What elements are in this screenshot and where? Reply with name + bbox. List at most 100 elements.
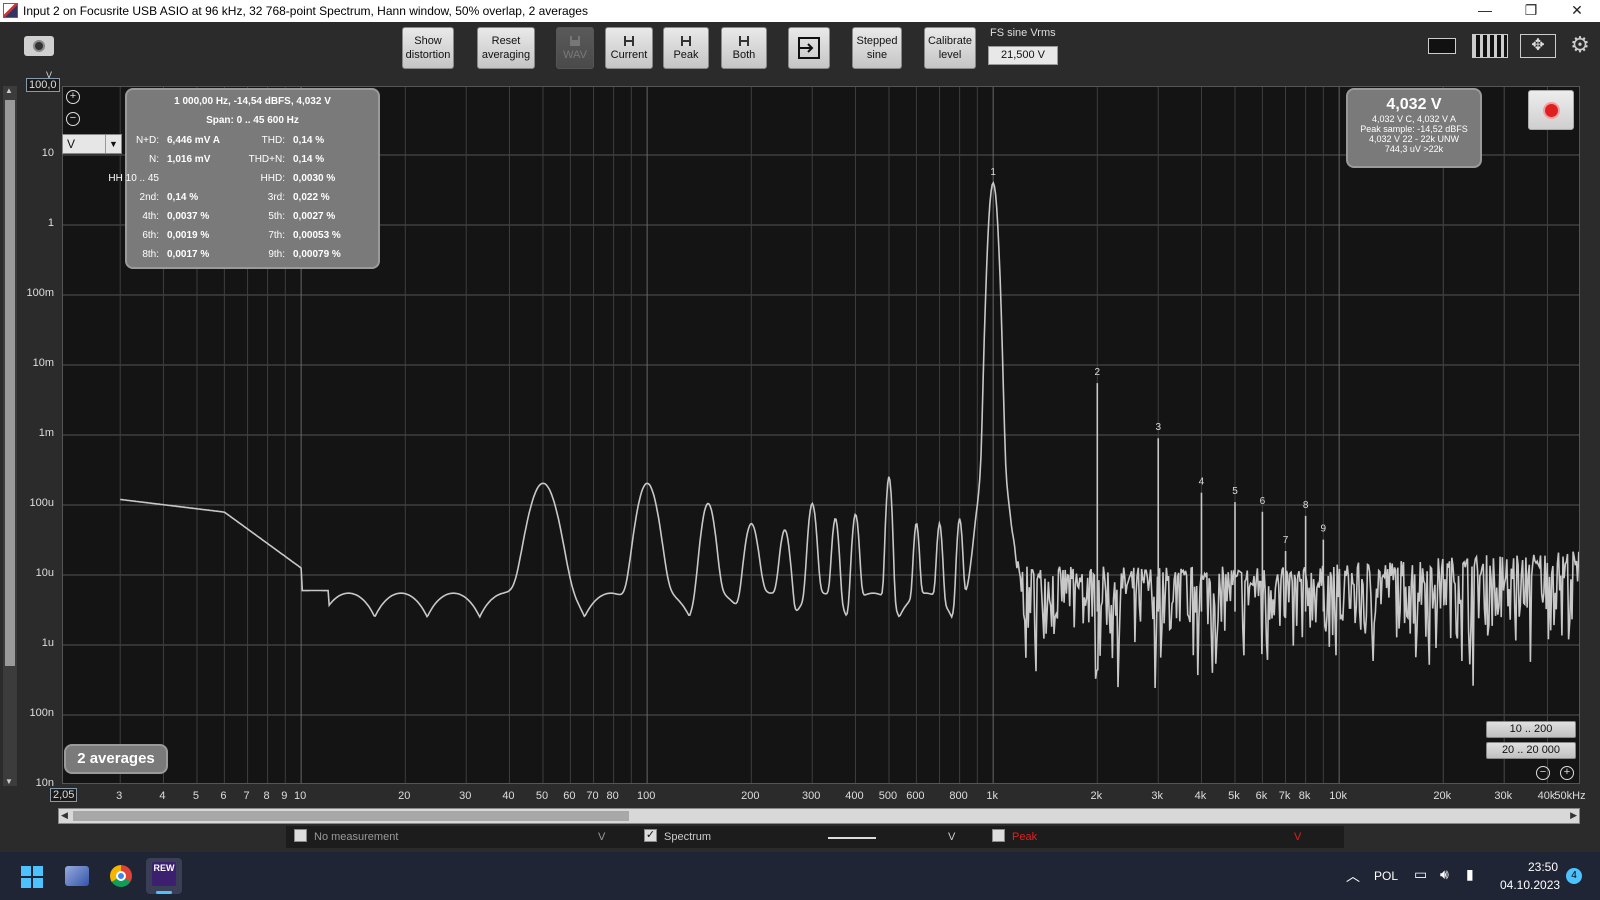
save-current-button[interactable]: Current xyxy=(605,27,653,69)
info-cell: N: xyxy=(149,154,159,165)
x-tick-label: 400 xyxy=(845,790,864,802)
top-unit-label: V xyxy=(46,70,53,80)
chrome-icon[interactable] xyxy=(110,865,132,887)
expand-icon[interactable]: ✥ xyxy=(1520,34,1556,58)
averages-badge: 2 averages xyxy=(64,744,168,774)
no-measurement-unit: V xyxy=(598,831,606,843)
horizontal-scrollbar[interactable]: ◀ ▶ xyxy=(58,808,1580,824)
battery-icon[interactable]: ▮ xyxy=(1466,866,1474,883)
language-indicator[interactable]: POL xyxy=(1374,869,1398,883)
reset-averaging-button[interactable]: Reset averaging xyxy=(477,27,535,69)
rew-icon[interactable]: REW xyxy=(146,858,182,894)
legend-bar: No measurement V ✓ Spectrum V Peak V xyxy=(286,826,1344,848)
maximize-button[interactable]: ❐ xyxy=(1508,0,1554,22)
range-10-200-button[interactable]: 10 .. 200 xyxy=(1486,721,1576,738)
chevron-down-icon: ▼ xyxy=(105,135,121,153)
save-icon xyxy=(681,35,691,46)
x-tick-label: 7k xyxy=(1278,790,1291,802)
record-icon xyxy=(1545,104,1558,117)
top-value-label[interactable]: 100,0 xyxy=(26,78,60,92)
horizontal-scroll-thumb[interactable] xyxy=(73,811,629,821)
x-tick-label: 9 xyxy=(281,790,288,802)
info-cell: 0,14 % xyxy=(293,154,325,165)
info-cell: 6,446 mV A xyxy=(167,135,220,146)
info-cell: 8th: xyxy=(142,249,159,260)
export-button[interactable] xyxy=(788,27,830,69)
scroll-up-icon[interactable]: ▲ xyxy=(5,86,13,95)
camera-icon[interactable] xyxy=(24,36,54,56)
x-tick-label: 80 xyxy=(606,790,619,802)
x-tick-label: 6k xyxy=(1255,790,1268,802)
x-tick-label: 5k xyxy=(1228,790,1240,802)
x-tick-label: 6 xyxy=(220,790,227,802)
taskbar: REW ︿ POL ▭ 🔊︎ ▮ 23:50 04.10.2023 4 xyxy=(0,852,1600,900)
x-zoom-out-icon[interactable]: − xyxy=(1536,766,1550,780)
x-tick-label: 100 xyxy=(636,790,656,802)
harmonic-marker: 6 xyxy=(1260,496,1266,507)
x-tick-label: 600 xyxy=(906,790,925,802)
harmonic-marker: 1 xyxy=(990,167,996,178)
save-both-button[interactable]: Both xyxy=(721,27,767,69)
minimize-button[interactable]: — xyxy=(1462,0,1508,22)
x-tick-label: 800 xyxy=(949,790,968,802)
zoom-out-icon[interactable]: − xyxy=(66,112,80,126)
network-icon[interactable]: ▭ xyxy=(1414,866,1427,883)
info-cell: 0,022 % xyxy=(293,192,330,203)
harmonic-marker: 2 xyxy=(1095,367,1101,378)
spectrum-label: Spectrum xyxy=(664,831,712,843)
x-tick-label: 50kHz xyxy=(1554,790,1586,802)
x-tick-label: 30k xyxy=(1494,790,1513,802)
no-measurement-checkbox[interactable] xyxy=(294,829,307,842)
x-zoom-in-icon[interactable]: + xyxy=(1560,766,1574,780)
info-cell: HHD: xyxy=(260,173,285,184)
save-peak-button[interactable]: Peak xyxy=(663,27,709,69)
y-tick-label: 10u xyxy=(35,567,54,579)
wav-button[interactable]: WAV xyxy=(556,27,594,69)
clock-time[interactable]: 23:50 xyxy=(1528,860,1558,874)
peak-checkbox[interactable] xyxy=(992,829,1005,842)
columns-icon[interactable] xyxy=(1472,34,1508,58)
range-20-20000-button[interactable]: 20 .. 20 000 xyxy=(1486,742,1576,759)
vertical-scroll-thumb[interactable] xyxy=(5,100,15,666)
stepped-sine-button[interactable]: Stepped sine xyxy=(852,27,902,69)
x-tick-label: 20 xyxy=(398,790,411,802)
unit-select[interactable]: V ▼ xyxy=(62,134,122,154)
save-icon xyxy=(570,35,580,46)
x-tick-label: 500 xyxy=(878,790,898,802)
x-tick-label: 200 xyxy=(741,790,760,802)
x-tick-label: 300 xyxy=(802,790,821,802)
x-tick-label: 4k xyxy=(1194,790,1207,802)
info-cell: 0,0027 % xyxy=(293,211,336,222)
info-cell: 4th: xyxy=(142,211,159,222)
record-button[interactable] xyxy=(1528,90,1574,130)
windows-start-icon[interactable] xyxy=(21,866,43,888)
info-cell: N+D: xyxy=(135,135,159,146)
save-icon xyxy=(739,35,749,46)
x-tick-label: 10k xyxy=(1329,790,1348,802)
notification-badge[interactable]: 4 xyxy=(1566,868,1582,884)
spectrum-checkbox[interactable]: ✓ xyxy=(644,829,657,842)
info-cell: 9th: xyxy=(268,249,285,260)
fs-sine-input[interactable]: 21,500 V xyxy=(988,46,1058,65)
scroll-right-icon[interactable]: ▶ xyxy=(1570,810,1577,821)
show-distortion-button[interactable]: Show distortion xyxy=(402,27,454,69)
harmonic-marker: 9 xyxy=(1321,524,1327,535)
info-span: Span: 0 .. 45 600 Hz xyxy=(206,115,299,126)
x-tick-label[interactable]: 2,05 xyxy=(50,788,78,802)
volume-icon[interactable]: 🔊︎ xyxy=(1440,866,1449,883)
x-tick-label: 60 xyxy=(563,790,576,802)
x-tick-label: 20k xyxy=(1433,790,1452,802)
calibrate-level-button[interactable]: Calibrate level xyxy=(924,27,976,69)
harmonic-marker: 3 xyxy=(1155,422,1161,433)
chevron-up-icon[interactable]: ︿ xyxy=(1346,866,1360,886)
harmonic-marker: 8 xyxy=(1303,500,1309,511)
close-button[interactable]: ✕ xyxy=(1554,0,1600,22)
scroll-left-icon[interactable]: ◀ xyxy=(61,810,68,821)
x-tick-label: 3 xyxy=(116,790,123,802)
clock-date[interactable]: 04.10.2023 xyxy=(1500,878,1560,892)
zoom-in-icon[interactable]: + xyxy=(66,90,80,104)
photos-icon[interactable] xyxy=(65,866,89,886)
info-cell: 0,0019 % xyxy=(167,230,210,241)
display-mode-icon[interactable] xyxy=(1424,34,1460,58)
gear-icon[interactable]: ⚙ xyxy=(1568,34,1592,58)
